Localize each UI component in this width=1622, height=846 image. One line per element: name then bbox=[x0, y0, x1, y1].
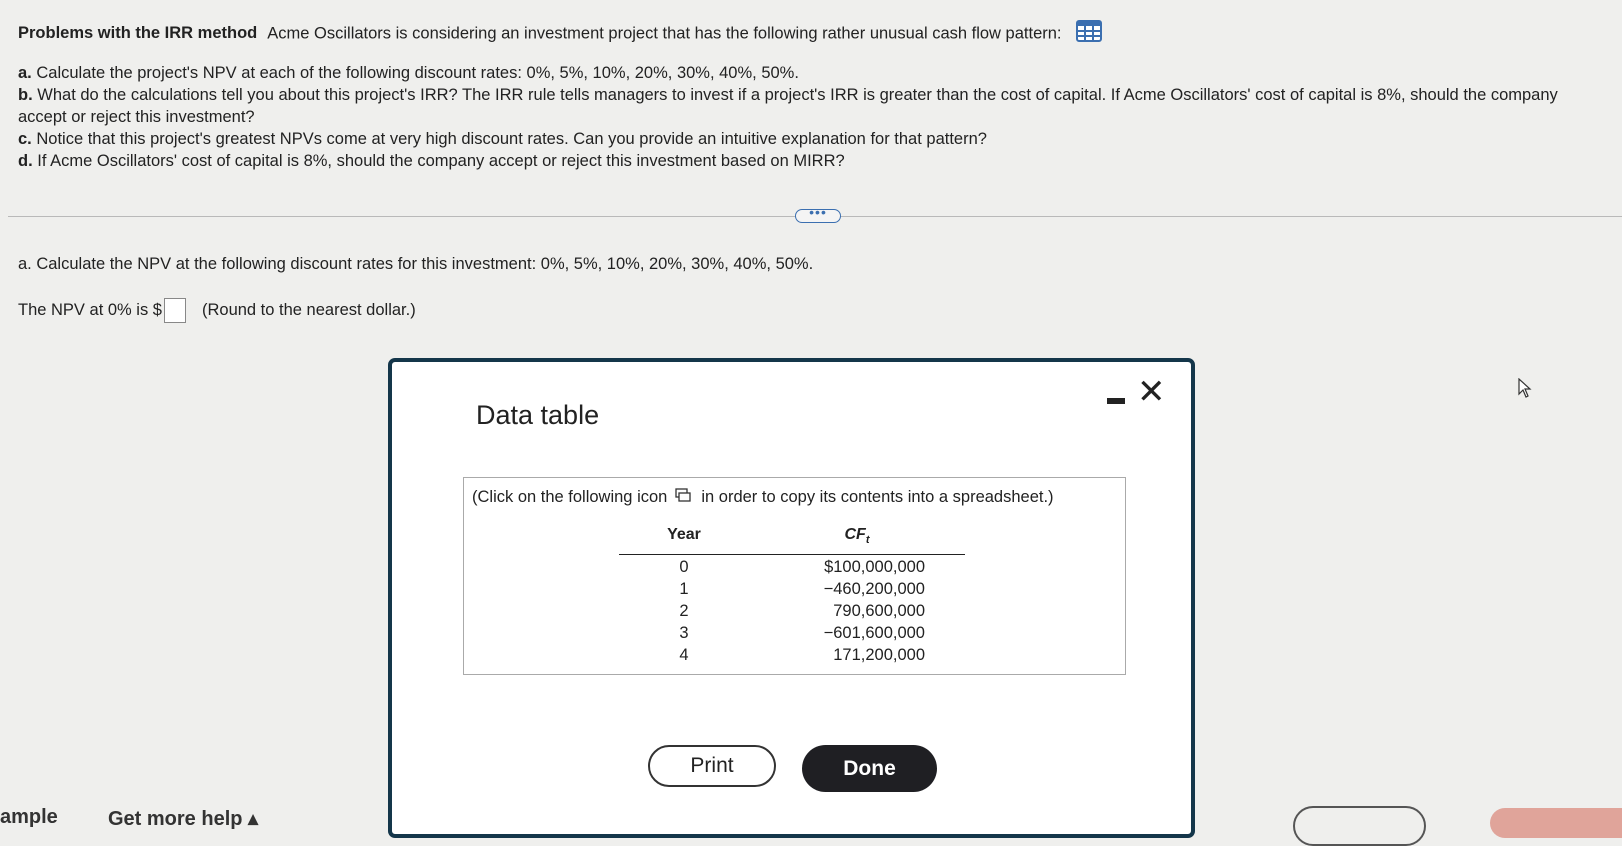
table-row: 4 171,200,000 bbox=[679, 646, 925, 664]
table-header-row: Year CFt bbox=[619, 526, 965, 555]
more-dots-icon: ••• bbox=[809, 204, 827, 220]
question-d: d. If Acme Oscillators' cost of capital … bbox=[18, 152, 845, 170]
question-c: c. Notice that this project's greatest N… bbox=[18, 130, 987, 148]
problem-statement: Problems with the IRR method Acme Oscilla… bbox=[18, 20, 1608, 172]
get-more-help-link[interactable]: Get more help ▴ bbox=[108, 806, 258, 831]
print-button[interactable]: Print bbox=[648, 745, 776, 787]
clear-all-button[interactable] bbox=[1293, 806, 1426, 846]
data-table-container: (Click on the following icon in order to… bbox=[463, 477, 1126, 675]
table-row: 2 790,600,000 bbox=[679, 602, 925, 620]
mouse-cursor-icon bbox=[1518, 377, 1532, 403]
done-button[interactable]: Done bbox=[802, 745, 937, 792]
copy-to-spreadsheet-icon[interactable] bbox=[675, 488, 691, 507]
question-b: b. What do the calculations tell you abo… bbox=[18, 86, 1558, 126]
expand-more-button[interactable]: ••• bbox=[795, 204, 841, 223]
header-cf: CFt bbox=[844, 526, 870, 547]
data-table-dialog: Data table ✕ (Click on the following ico… bbox=[388, 358, 1195, 838]
table-row: 3 −601,600,000 bbox=[679, 624, 925, 642]
problem-header: Problems with the IRR method Acme Oscilla… bbox=[18, 20, 1608, 48]
cash-flow-table: Year CFt 0 $100,000,000 1 −460,200,000 2 79… bbox=[619, 526, 965, 668]
npv-answer-input[interactable] bbox=[163, 298, 186, 323]
minimize-icon[interactable] bbox=[1107, 398, 1125, 404]
example-link[interactable]: ample bbox=[0, 806, 58, 829]
table-grid-icon[interactable] bbox=[1076, 20, 1103, 48]
table-row: 0 $100,000,000 bbox=[679, 558, 925, 576]
npv-prefix: The NPV at 0% is $ bbox=[18, 301, 162, 319]
part-a-instruction: a. Calculate the NPV at the following di… bbox=[18, 255, 814, 273]
close-icon[interactable]: ✕ bbox=[1137, 372, 1166, 412]
copy-note: (Click on the following icon in order to… bbox=[472, 488, 1054, 507]
check-answer-button[interactable] bbox=[1490, 808, 1622, 838]
header-year: Year bbox=[667, 526, 701, 543]
dialog-title: Data table bbox=[476, 400, 600, 430]
question-a: a. Calculate the project's NPV at each o… bbox=[18, 64, 799, 82]
problem-title: Problems with the IRR method bbox=[18, 24, 258, 43]
problem-intro: Acme Oscillators is considering an inves… bbox=[267, 24, 1062, 43]
npv-round-note: (Round to the nearest dollar.) bbox=[201, 301, 416, 319]
npv-answer-line: The NPV at 0% is $ (Round to the nearest… bbox=[18, 298, 416, 323]
table-row: 1 −460,200,000 bbox=[679, 580, 925, 598]
